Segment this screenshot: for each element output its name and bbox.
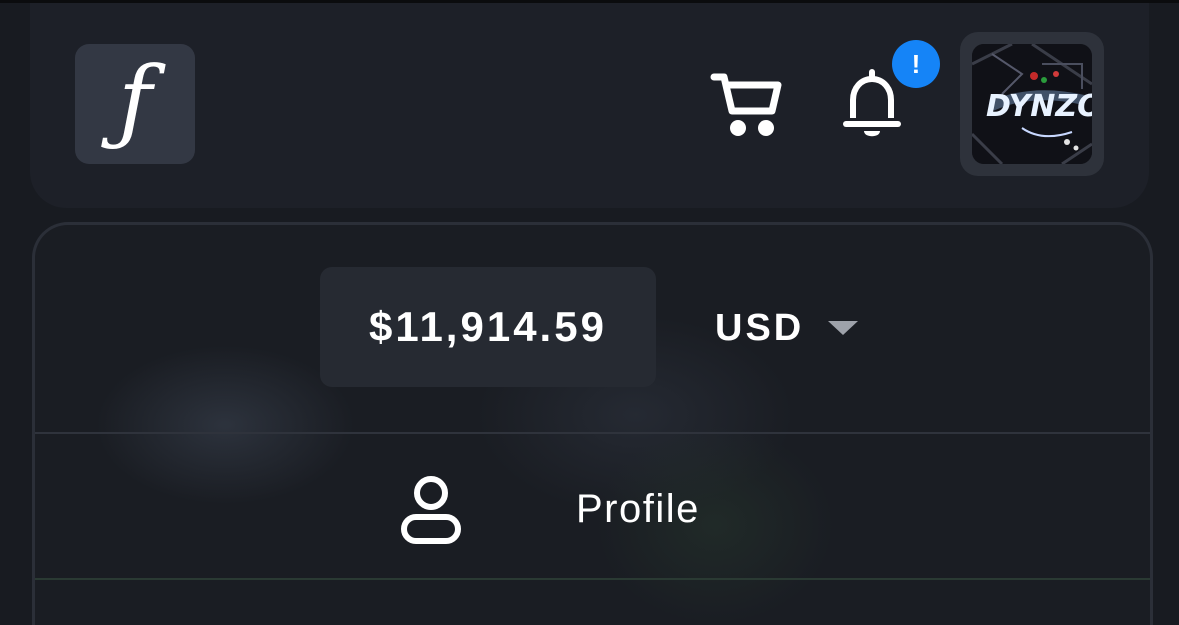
chevron-down-icon <box>828 321 859 335</box>
avatar-text: DYNZO <box>986 89 1092 124</box>
logo-letter: ƒ <box>117 47 153 154</box>
avatar: DYNZO <box>972 44 1092 164</box>
divider <box>35 432 1150 434</box>
avatar-graffiti-image: DYNZO <box>972 44 1092 164</box>
menu-item-profile[interactable]: Profile <box>35 435 1150 577</box>
balance-amount: $11,914.59 <box>369 303 607 350</box>
currency-label: USD <box>715 306 805 349</box>
wallet-menu-card: $11,914.59 USD Profile <box>32 222 1153 625</box>
divider <box>35 578 1150 580</box>
cart-icon <box>710 73 782 136</box>
notification-badge: ! <box>892 40 940 88</box>
app-logo[interactable]: ƒ <box>75 44 195 164</box>
user-icon <box>401 476 461 544</box>
bell-icon <box>843 69 901 137</box>
menu-item-label: Profile <box>576 487 700 531</box>
currency-selector[interactable]: USD <box>715 303 859 353</box>
balance-display: $11,914.59 <box>320 267 656 387</box>
top-header: ƒ ! DYNZO <box>30 3 1149 208</box>
cart-button[interactable] <box>706 69 786 141</box>
avatar-button[interactable]: DYNZO <box>960 32 1104 176</box>
